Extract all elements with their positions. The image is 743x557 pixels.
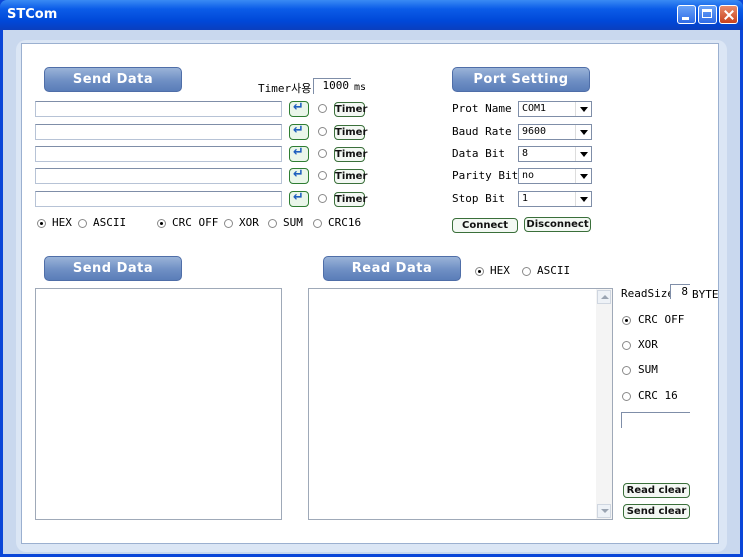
send-log-header: Send Data bbox=[44, 256, 182, 281]
port-field-label: Data Bit bbox=[452, 147, 505, 160]
dropdown-value: COM1 bbox=[522, 103, 547, 114]
send-input-1[interactable] bbox=[35, 101, 282, 117]
timer-label: Timer사용 bbox=[258, 82, 312, 95]
read-sum-label: SUM bbox=[638, 363, 658, 376]
read-sum-radio[interactable] bbox=[622, 366, 631, 375]
port-field-dropdown[interactable]: 1 bbox=[518, 191, 592, 207]
read-hex-label: HEX bbox=[490, 264, 510, 277]
send-xor-radio[interactable] bbox=[224, 219, 233, 228]
timer-select-radio-5[interactable] bbox=[318, 194, 327, 203]
read-ascii-radio[interactable] bbox=[522, 267, 531, 276]
send-ascii-label: ASCII bbox=[93, 216, 127, 229]
send-xor-label: XOR bbox=[239, 216, 259, 229]
read-log-textarea[interactable] bbox=[308, 288, 613, 520]
send-input-5[interactable] bbox=[35, 191, 282, 207]
read-ascii-label: ASCII bbox=[537, 264, 571, 277]
chevron-down-icon[interactable] bbox=[575, 169, 591, 183]
chevron-down-icon[interactable] bbox=[575, 102, 591, 116]
port-field-label: Prot Name bbox=[452, 102, 512, 115]
send-sum-radio[interactable] bbox=[268, 219, 277, 228]
send-crc16-label: CRC16 bbox=[328, 216, 362, 229]
dropdown-value: no bbox=[522, 170, 535, 181]
timer-button-3[interactable]: Timer bbox=[334, 147, 367, 162]
read-xor-label: XOR bbox=[638, 338, 658, 351]
send-clear-button[interactable]: Send clear bbox=[623, 504, 690, 519]
timer-select-radio-4[interactable] bbox=[318, 171, 327, 180]
send-log-textarea[interactable] bbox=[35, 288, 282, 520]
connect-button[interactable]: Connect bbox=[452, 218, 518, 233]
readsize-label: ReadSize bbox=[621, 287, 674, 300]
port-field-label: Stop Bit bbox=[452, 192, 505, 205]
enter-icon[interactable] bbox=[289, 100, 309, 117]
port-field-dropdown[interactable]: 9600 bbox=[518, 124, 592, 140]
read-log-header: Read Data bbox=[323, 256, 461, 281]
chevron-down-icon[interactable] bbox=[575, 125, 591, 139]
port-field-dropdown[interactable]: 8 bbox=[518, 146, 592, 162]
read-crc-off-label: CRC OFF bbox=[638, 313, 685, 326]
chevron-down-icon[interactable] bbox=[575, 192, 591, 206]
read-hex-radio[interactable] bbox=[475, 267, 484, 276]
timer-button-2[interactable]: Timer bbox=[334, 125, 367, 140]
readsize-unit: BYTE bbox=[692, 288, 719, 301]
send-crc-off-label: CRC OFF bbox=[172, 216, 219, 229]
scroll-up-arrow-icon[interactable] bbox=[597, 290, 611, 304]
send-data-header: Send Data bbox=[44, 67, 182, 92]
timer-button-5[interactable]: Timer bbox=[334, 192, 367, 207]
send-ascii-radio[interactable] bbox=[78, 219, 87, 228]
read-clear-button[interactable]: Read clear bbox=[623, 483, 690, 498]
send-crc16-radio[interactable] bbox=[313, 219, 322, 228]
timer-select-radio-2[interactable] bbox=[318, 127, 327, 136]
send-input-2[interactable] bbox=[35, 124, 282, 140]
timer-button-1[interactable]: Timer bbox=[334, 102, 367, 117]
enter-icon[interactable] bbox=[289, 190, 309, 207]
timer-select-radio-1[interactable] bbox=[318, 104, 327, 113]
send-sum-label: SUM bbox=[283, 216, 303, 229]
timer-unit: ms bbox=[354, 82, 367, 93]
port-field-dropdown[interactable]: no bbox=[518, 168, 592, 184]
read-crc16-label: CRC 16 bbox=[638, 389, 678, 402]
enter-icon[interactable] bbox=[289, 167, 309, 184]
dropdown-value: 8 bbox=[522, 148, 529, 159]
read-crc-off-radio[interactable] bbox=[622, 316, 631, 325]
dropdown-value: 1 bbox=[522, 193, 529, 204]
readsize-input[interactable]: 8 bbox=[670, 284, 690, 299]
send-hex-radio[interactable] bbox=[37, 219, 46, 228]
timer-interval-input[interactable]: 1000 bbox=[313, 78, 351, 94]
dropdown-value: 9600 bbox=[522, 126, 547, 137]
port-field-label: Baud Rate bbox=[452, 125, 512, 138]
disconnect-button[interactable]: Disconnect bbox=[524, 217, 591, 232]
send-hex-label: HEX bbox=[52, 216, 72, 229]
send-input-3[interactable] bbox=[35, 146, 282, 162]
crc-result-field[interactable] bbox=[621, 412, 690, 428]
read-log-scrollbar[interactable] bbox=[596, 289, 612, 519]
enter-icon[interactable] bbox=[289, 123, 309, 140]
port-field-dropdown[interactable]: COM1 bbox=[518, 101, 592, 117]
enter-icon[interactable] bbox=[289, 145, 309, 162]
send-input-4[interactable] bbox=[35, 168, 282, 184]
timer-select-radio-3[interactable] bbox=[318, 149, 327, 158]
port-field-label: Parity Bit bbox=[452, 169, 519, 182]
send-crc-off-radio[interactable] bbox=[157, 219, 166, 228]
chevron-down-icon[interactable] bbox=[575, 147, 591, 161]
scroll-down-arrow-icon[interactable] bbox=[597, 504, 611, 518]
port-setting-header: Port Setting bbox=[452, 67, 590, 92]
read-xor-radio[interactable] bbox=[622, 341, 631, 350]
read-crc16-radio[interactable] bbox=[622, 392, 631, 401]
timer-button-4[interactable]: Timer bbox=[334, 169, 367, 184]
